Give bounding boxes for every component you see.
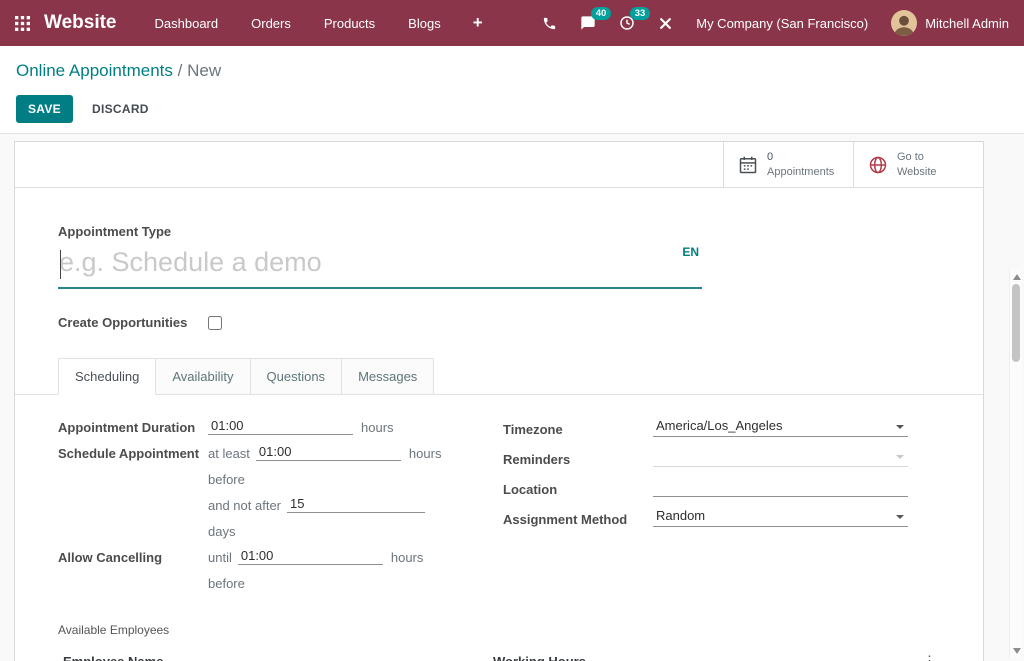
timezone-label: Timezone	[503, 422, 653, 437]
employees-table: Employee Name Working Hours ⋮ Add a line	[58, 646, 941, 661]
schedule-appointment-prefix: at least	[208, 446, 250, 461]
appointments-stat-button[interactable]: 0 Appointments	[723, 142, 853, 187]
assignment-method-label: Assignment Method	[503, 512, 653, 527]
allow-cancelling-field: Allow Cancelling until hours	[58, 547, 503, 565]
scrollbar-thumb[interactable]	[1012, 284, 1020, 362]
appointment-type-input[interactable]	[58, 245, 702, 289]
tools-icon[interactable]	[658, 16, 673, 31]
nav-menu-blogs[interactable]: Blogs	[406, 12, 443, 35]
go-to-website-button[interactable]: Go to Website	[853, 142, 983, 187]
save-button[interactable]: SAVE	[16, 95, 73, 123]
timezone-select[interactable]: America/Los_Angeles	[653, 417, 908, 437]
user-menu[interactable]: Mitchell Admin	[891, 10, 1009, 36]
create-opportunities-label: Create Opportunities	[58, 315, 208, 330]
top-navbar: Website Dashboard Orders Products Blogs …	[0, 0, 1024, 46]
allow-cancelling-input[interactable]	[238, 547, 383, 565]
apps-grid-icon[interactable]	[15, 16, 30, 31]
column-employee-name[interactable]: Employee Name	[63, 654, 493, 661]
nav-menu-dashboard[interactable]: Dashboard	[153, 12, 221, 35]
go-to-website-line1: Go to	[897, 151, 924, 163]
location-field: Location	[503, 477, 941, 497]
nav-menu-orders[interactable]: Orders	[249, 12, 293, 35]
appointment-duration-unit: hours	[361, 420, 394, 435]
schedule-appointment-unit: hours	[409, 446, 442, 461]
reminders-field: Reminders	[503, 447, 941, 467]
vertical-scrollbar[interactable]	[1009, 269, 1022, 659]
form-view-container: 0 Appointments Go to Website Appointment…	[0, 133, 1024, 661]
available-employees-label: Available Employees	[58, 623, 941, 637]
schedule-appointment-label: Schedule Appointment	[58, 446, 208, 461]
text-cursor	[60, 250, 61, 279]
globe-icon	[868, 155, 888, 175]
appointment-duration-field: Appointment Duration hours	[58, 417, 503, 435]
notebook-tabs: Scheduling Availability Questions Messag…	[58, 358, 941, 395]
scheduling-tab-content: Appointment Duration hours Schedule Appo…	[58, 417, 941, 599]
allow-cancelling-label: Allow Cancelling	[58, 550, 208, 565]
max-schedule-days-field: and not after	[58, 495, 503, 513]
appointments-label: Appointments	[767, 166, 834, 178]
timezone-field: Timezone America/Los_Angeles	[503, 417, 941, 437]
discard-button[interactable]: DISCARD	[81, 96, 160, 122]
tab-messages[interactable]: Messages	[342, 358, 434, 395]
employees-table-header: Employee Name Working Hours ⋮	[58, 646, 941, 661]
control-panel: SAVE DISCARD	[0, 85, 1024, 136]
scroll-up-arrow-icon[interactable]	[1013, 274, 1021, 280]
max-schedule-days-prefix: and not after	[208, 498, 281, 513]
max-schedule-days-input[interactable]	[287, 495, 425, 513]
scroll-down-arrow-icon[interactable]	[1013, 648, 1021, 654]
breadcrumb-parent-link[interactable]: Online Appointments	[16, 61, 173, 80]
schedule-appointment-field: Schedule Appointment at least hours	[58, 443, 503, 461]
create-opportunities-checkbox[interactable]	[208, 316, 222, 330]
breadcrumb-current: New	[187, 61, 221, 80]
schedule-appointment-before-text: before	[208, 472, 245, 487]
assignment-method-select[interactable]: Random	[653, 507, 908, 527]
tab-scheduling[interactable]: Scheduling	[58, 358, 156, 395]
appointment-type-label: Appointment Type	[58, 224, 941, 239]
form-sheet: 0 Appointments Go to Website Appointment…	[14, 141, 984, 661]
nav-menu-products[interactable]: Products	[322, 12, 377, 35]
appointment-type-field: EN	[58, 245, 702, 289]
max-schedule-days-unit: days	[208, 524, 235, 539]
avatar	[891, 10, 917, 36]
chevron-down-icon	[896, 455, 904, 459]
language-badge[interactable]: EN	[682, 245, 699, 259]
messages-icon[interactable]: 40	[580, 15, 596, 31]
new-content-plus-icon[interactable]: +	[473, 13, 483, 33]
phone-icon[interactable]	[542, 16, 557, 31]
appointment-duration-input[interactable]	[208, 417, 353, 435]
location-label: Location	[503, 482, 653, 497]
app-title[interactable]: Website	[44, 12, 117, 34]
reminders-label: Reminders	[503, 452, 653, 467]
optional-columns-dots-icon[interactable]: ⋮	[918, 653, 936, 661]
column-working-hours[interactable]: Working Hours	[493, 654, 918, 661]
activities-badge: 33	[630, 7, 650, 20]
calendar-icon	[738, 155, 758, 175]
breadcrumb-separator: /	[178, 61, 183, 80]
assignment-method-field: Assignment Method Random	[503, 507, 941, 527]
location-input[interactable]	[653, 477, 908, 497]
activities-clock-icon[interactable]: 33	[619, 15, 635, 31]
company-switcher[interactable]: My Company (San Francisco)	[696, 16, 868, 31]
user-name: Mitchell Admin	[925, 16, 1009, 31]
allow-cancelling-unit: hours	[391, 550, 424, 565]
reminders-select[interactable]	[653, 447, 908, 467]
chevron-down-icon	[896, 515, 904, 519]
stat-button-box: 0 Appointments Go to Website	[15, 142, 983, 188]
appointments-count: 0	[767, 151, 773, 163]
allow-cancelling-prefix: until	[208, 550, 232, 565]
main-menu: Dashboard Orders Products Blogs	[153, 12, 443, 35]
go-to-website-line2: Website	[897, 166, 937, 178]
messages-badge: 40	[591, 7, 611, 20]
tab-questions[interactable]: Questions	[251, 358, 343, 395]
tab-availability[interactable]: Availability	[156, 358, 250, 395]
appointment-duration-label: Appointment Duration	[58, 420, 208, 435]
breadcrumb: Online Appointments / New	[0, 46, 1024, 85]
schedule-appointment-input[interactable]	[256, 443, 401, 461]
chevron-down-icon	[896, 425, 904, 429]
allow-cancelling-before-text: before	[208, 576, 245, 591]
create-opportunities-field: Create Opportunities	[58, 315, 941, 330]
